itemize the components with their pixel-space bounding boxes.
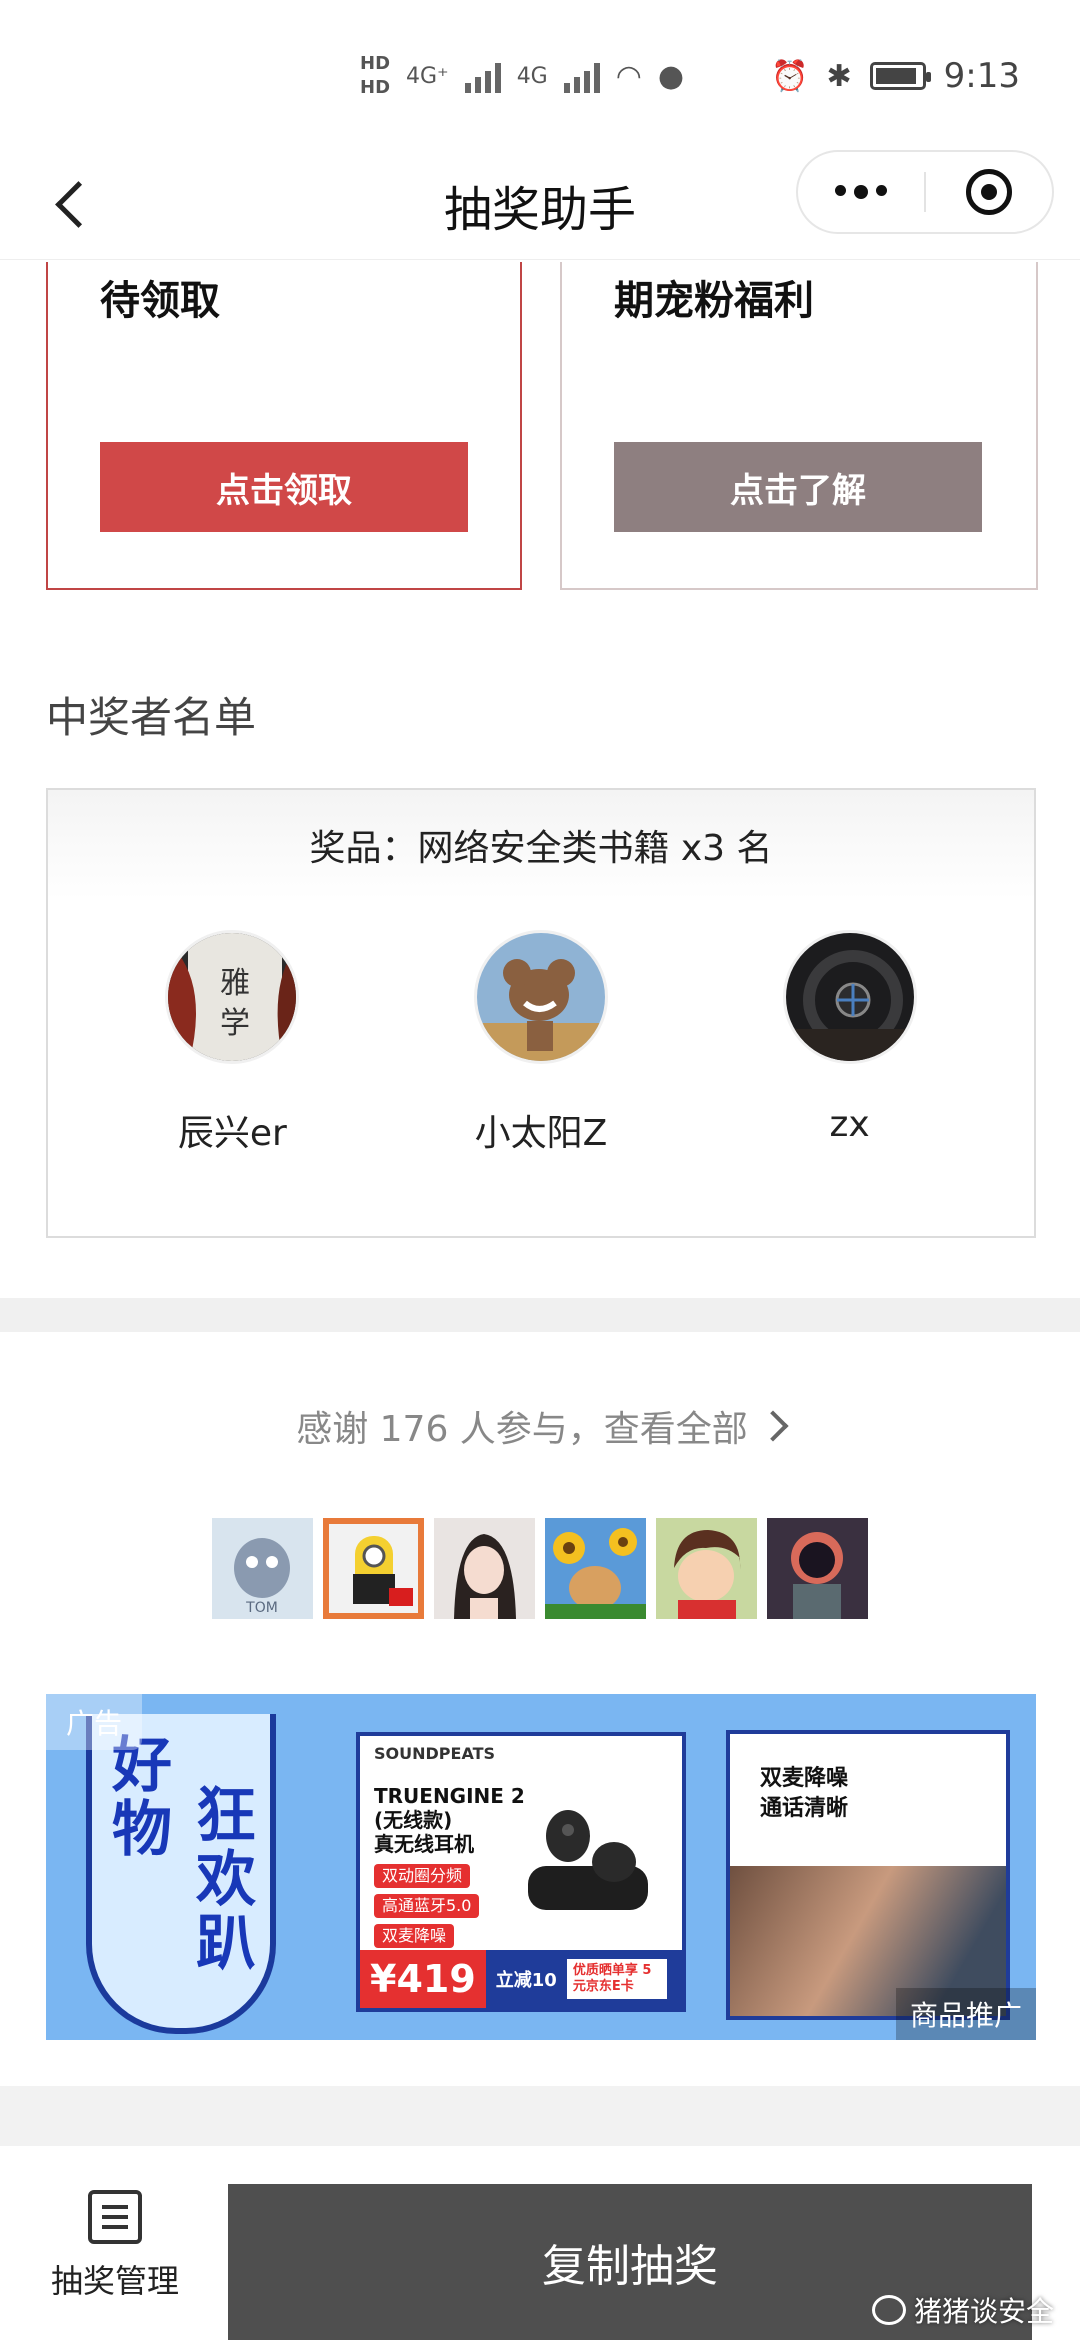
status-bar: HD HD 4G⁺ 4G ◠ ● ⏰ ✱ 9:13 (0, 0, 1080, 150)
network-type: 4G⁺ (406, 63, 449, 89)
participant-avatar[interactable] (767, 1518, 868, 1619)
avatar (782, 930, 917, 1064)
wifi-icon: ◠ (615, 58, 642, 94)
ad-slogan: 狂欢趴 (196, 1781, 256, 1979)
winner-item[interactable]: 小太阳Z (411, 930, 671, 1156)
ad-price: ¥419 (360, 1950, 486, 2008)
ad-feature: 双动圈分频 (374, 1864, 471, 1888)
watermark: 猪猪谈安全 (871, 2290, 1054, 2330)
manage-label: 抽奖管理 (50, 2262, 179, 2300)
participants-link[interactable]: 感谢 176 人参与，查看全部 (0, 1400, 1080, 1452)
ad-promo-label: 商品推广 (895, 1988, 1036, 2040)
ad-feature: 双麦降噪 (374, 1924, 455, 1948)
section-divider (0, 1298, 1080, 1332)
prize-description: 奖品：网络安全类书籍 x3 名 (48, 790, 1034, 900)
miniprogram-capsule (796, 150, 1054, 234)
participant-avatar[interactable] (323, 1518, 424, 1619)
lottery-manage-button[interactable]: 抽奖管理 (40, 2190, 190, 2302)
learn-more-button[interactable]: 点击了解 (614, 442, 982, 532)
battery-icon (869, 62, 931, 90)
network-type-2: 4G (516, 63, 548, 89)
fan-benefit-card: 期宠粉福利 点击了解 (560, 262, 1038, 590)
target-close-icon[interactable] (926, 169, 1052, 215)
card-title: 期宠粉福利 (614, 278, 814, 324)
signal-icon (464, 59, 501, 93)
pending-card: 待领取 点击领取 (46, 262, 522, 590)
card-title: 待领取 (100, 278, 220, 324)
winner-name: 辰兴er (177, 1113, 287, 1154)
ad-feature: 高通蓝牙5.0 (374, 1894, 480, 1918)
winner-item[interactable]: 雅 学 辰兴er (102, 930, 362, 1156)
wechat-icon (871, 2295, 906, 2325)
more-dots-icon[interactable] (798, 185, 924, 199)
status-left: HD HD 4G⁺ 4G ◠ ● (360, 52, 684, 100)
winner-item[interactable]: zx (720, 930, 980, 1156)
svg-text:学: 学 (220, 1006, 250, 1041)
participant-avatar[interactable] (545, 1518, 646, 1619)
ad-tag: 广告 (46, 1694, 143, 1750)
ad-product-card: SOUNDPEATS TRUENGINE 2 (无线款) 真无线耳机 双动圈分频… (356, 1732, 686, 2012)
ad-feature-title: 双麦降噪 通话清晰 (760, 1766, 849, 1821)
ad-feature-card: 双麦降噪 通话清晰 (726, 1730, 1010, 2020)
participant-avatar[interactable]: TOM (212, 1518, 313, 1619)
earbuds-image (528, 1810, 648, 1910)
bluetooth-icon: ✱ (826, 58, 852, 94)
nav-bar: 抽奖助手 (0, 150, 1080, 260)
participants-text: 感谢 176 人参与，查看全部 (296, 1409, 748, 1450)
ad-brand: SOUNDPEATS (374, 1744, 496, 1763)
winners-list: 奖品：网络安全类书籍 x3 名 雅 学 辰兴er 小太阳Z zx (46, 788, 1036, 1238)
ad-promo: 优质晒单享 5元京东E卡 (566, 1959, 667, 1999)
svg-text:TOM: TOM (245, 1600, 278, 1616)
ad-slogan: 好物 (112, 1731, 172, 1865)
chevron-right-icon (757, 1410, 789, 1442)
wechat-icon: ● (657, 58, 685, 94)
avatar (473, 930, 608, 1064)
hd-indicator: HD HD (360, 53, 391, 98)
signal-icon-2 (563, 59, 600, 93)
winners-section-title: 中奖者名单 (46, 693, 257, 742)
document-icon (88, 2190, 142, 2244)
section-divider (0, 2086, 1080, 2146)
winner-name: 小太阳Z (474, 1113, 608, 1154)
ad-banner[interactable]: 好物 狂欢趴 广告 SOUNDPEATS TRUENGINE 2 (无线款) 真… (46, 1694, 1036, 2040)
participant-avatar[interactable] (656, 1518, 757, 1619)
winner-name: zx (829, 1104, 870, 1145)
avatar: 雅 学 (165, 930, 300, 1064)
svg-text:雅: 雅 (220, 966, 250, 1001)
status-right: ⏰ ✱ 9:13 (771, 56, 1020, 96)
participant-avatar[interactable] (434, 1518, 535, 1619)
clock: 9:13 (943, 56, 1020, 96)
claim-button[interactable]: 点击领取 (100, 442, 468, 532)
participant-avatars: TOM (212, 1518, 868, 1619)
ad-promo: 立减10 (495, 1970, 557, 1991)
ad-price-bar: ¥419 立减10 优质晒单享 5元京东E卡 (360, 1950, 682, 2008)
bottom-bar: 抽奖管理 复制抽奖 猪猪谈安全 (0, 2146, 1080, 2340)
alarm-icon: ⏰ (771, 58, 809, 94)
